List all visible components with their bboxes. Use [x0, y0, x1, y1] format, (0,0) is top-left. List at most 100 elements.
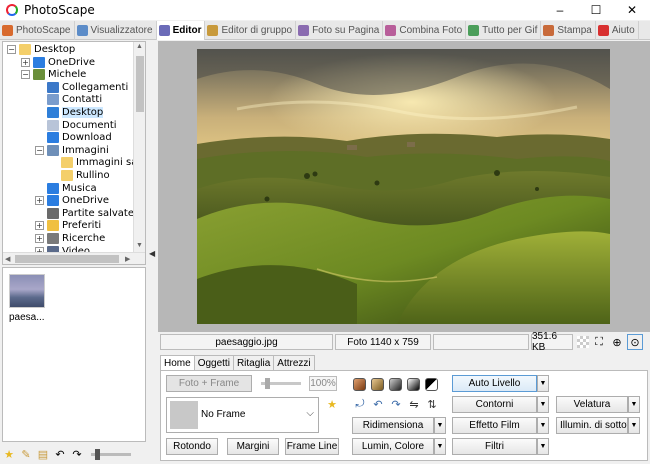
illumin-sottofondo-button[interactable]: Illumin. di sottofondo	[556, 417, 628, 434]
tab-tutto-per-gif[interactable]: Tutto per Gif	[466, 21, 542, 40]
expand-icon[interactable]: +	[21, 57, 30, 67]
tone-negative-icon[interactable]	[425, 378, 438, 391]
scroll-up-icon[interactable]: ▲	[136, 43, 143, 50]
zoom-actual-icon[interactable]: ⊙	[627, 334, 643, 350]
rotate-page-icon[interactable]: ⤾	[353, 397, 367, 411]
illumin-sottofondo-dropdown[interactable]: ▼	[628, 417, 640, 434]
flip-horizontal-icon[interactable]: ⇋	[407, 397, 421, 411]
scroll-left-icon[interactable]: ◀	[5, 255, 10, 263]
frame-opacity-slider[interactable]	[261, 378, 301, 389]
zoom-in-icon[interactable]: ⊕	[609, 334, 625, 350]
tree-item[interactable]: + Preferiti	[35, 219, 101, 232]
slider-knob[interactable]	[95, 448, 100, 460]
thumbnail-size-slider[interactable]	[91, 448, 131, 460]
transparency-grid-icon[interactable]	[577, 336, 589, 348]
expand-icon[interactable]: +	[35, 221, 44, 231]
tone-sepia-icon[interactable]	[371, 378, 384, 391]
tab-icon	[207, 25, 219, 36]
tone-warm-icon[interactable]	[353, 378, 366, 391]
frame-percent-field[interactable]: 100%	[309, 376, 337, 391]
tab-aiuto[interactable]: Aiuto	[596, 21, 639, 40]
tree-item[interactable]: Documenti	[35, 119, 117, 132]
tree-item[interactable]: + OneDrive	[35, 194, 109, 207]
editor-tab-oggetti[interactable]: Oggetti	[193, 355, 234, 371]
fit-screen-icon[interactable]: ⛶	[591, 334, 607, 350]
tab-editor-di-gruppo[interactable]: Editor di gruppo	[205, 21, 297, 40]
tree-item[interactable]: Immagini salvate	[49, 156, 145, 169]
rotate-right-icon[interactable]: ↷	[389, 397, 403, 411]
maximize-button[interactable]: ☐	[578, 0, 614, 20]
tree-item[interactable]: Collegamenti	[35, 81, 128, 94]
contorni-button[interactable]: Contorni	[452, 396, 537, 413]
editor-tab-ritaglia[interactable]: Ritaglia	[232, 355, 275, 371]
tree-horizontal-scrollbar[interactable]: ◀ ▶	[3, 252, 145, 264]
photo-frame-button[interactable]: Foto + Frame	[166, 375, 252, 392]
tree-item[interactable]: Rullino	[49, 169, 110, 182]
back-icon[interactable]: ↶	[53, 448, 67, 461]
velatura-button[interactable]: Velatura	[556, 396, 628, 413]
collapse-icon[interactable]: −	[35, 145, 44, 155]
filtri-dropdown[interactable]: ▼	[537, 438, 549, 455]
editor-tab-attrezzi[interactable]: Attrezzi	[273, 355, 315, 371]
scroll-right-icon[interactable]: ▶	[125, 255, 130, 263]
contorni-dropdown[interactable]: ▼	[537, 396, 549, 413]
window-title: PhotoScape	[24, 3, 95, 17]
tab-photoscape[interactable]: PhotoScape	[0, 21, 75, 40]
document-icon	[47, 119, 59, 131]
rotate-left-icon[interactable]: ↶	[371, 397, 385, 411]
tab-stampa[interactable]: Stampa	[541, 21, 596, 40]
favorite-star-icon[interactable]: ★	[2, 448, 16, 461]
forward-icon[interactable]: ↷	[70, 448, 84, 461]
tree-vertical-scrollbar[interactable]: ▲ ▼	[133, 42, 145, 252]
scroll-thumb[interactable]	[15, 255, 119, 263]
tree-item[interactable]: Musica	[35, 182, 97, 195]
tone-gray-icon[interactable]	[389, 378, 402, 391]
frame-line-button[interactable]: Frame Line	[285, 438, 339, 455]
margini-button[interactable]: Margini	[227, 438, 279, 455]
velatura-dropdown[interactable]: ▼	[628, 396, 640, 413]
photo-thumbnail[interactable]	[9, 274, 45, 308]
slider-knob[interactable]	[265, 378, 270, 389]
tree-item[interactable]: − Desktop	[7, 43, 75, 56]
effetto-film-dropdown[interactable]: ▼	[537, 417, 549, 434]
ridimensiona-button[interactable]: Ridimensiona	[352, 417, 434, 434]
tab-editor[interactable]: Editor	[156, 21, 206, 40]
rotondo-button[interactable]: Rotondo	[166, 438, 218, 455]
tab-combina-foto[interactable]: Combina Foto	[383, 21, 467, 40]
tree-item[interactable]: Partite salvate	[35, 207, 134, 220]
expand-icon[interactable]: +	[35, 234, 44, 243]
tone-bw-icon[interactable]	[407, 378, 420, 391]
chevron-down-icon: ⌵	[306, 408, 314, 419]
add-favorite-icon[interactable]: ✎	[19, 448, 33, 461]
tree-item[interactable]: Desktop	[35, 106, 104, 119]
tab-foto-su-pagina[interactable]: Foto su Pagina	[296, 21, 384, 40]
tree-item[interactable]: + Ricerche	[35, 232, 105, 245]
effetto-film-button[interactable]: Effetto Film	[452, 417, 537, 434]
tree-item[interactable]: Download	[35, 131, 112, 144]
collapse-icon[interactable]: −	[7, 45, 16, 54]
minimize-button[interactable]: –	[542, 0, 578, 20]
lumin-colore-button[interactable]: Lumin, Colore	[352, 438, 434, 455]
tree-item[interactable]: + OneDrive	[21, 56, 95, 69]
open-folder-icon[interactable]: ▤	[36, 448, 50, 461]
collapse-icon[interactable]: −	[21, 70, 30, 80]
collapse-panel-icon[interactable]: ◀	[149, 249, 155, 258]
auto-livello-dropdown[interactable]: ▼	[537, 375, 549, 392]
tree-item[interactable]: Contatti	[35, 93, 102, 106]
scroll-down-icon[interactable]: ▼	[136, 242, 143, 249]
close-button[interactable]: ✕	[614, 0, 650, 20]
tree-item[interactable]: − Michele	[21, 68, 86, 81]
tree-item[interactable]: − Immagini	[35, 144, 109, 157]
ridimensiona-dropdown[interactable]: ▼	[434, 417, 446, 434]
image-canvas[interactable]	[158, 41, 650, 332]
filtri-button[interactable]: Filtri	[452, 438, 537, 455]
expand-icon[interactable]: +	[35, 196, 44, 206]
tab-visualizzatore[interactable]: Visualizzatore	[75, 21, 157, 40]
flip-vertical-icon[interactable]: ⇅	[425, 397, 439, 411]
auto-livello-button[interactable]: Auto Livello	[452, 375, 537, 392]
lumin-colore-dropdown[interactable]: ▼	[434, 438, 446, 455]
scroll-thumb[interactable]	[136, 56, 144, 112]
panel-divider[interactable]: ◀	[148, 41, 156, 461]
frame-select[interactable]: No Frame ⌵	[166, 397, 319, 433]
star-icon[interactable]: ★	[325, 397, 339, 411]
